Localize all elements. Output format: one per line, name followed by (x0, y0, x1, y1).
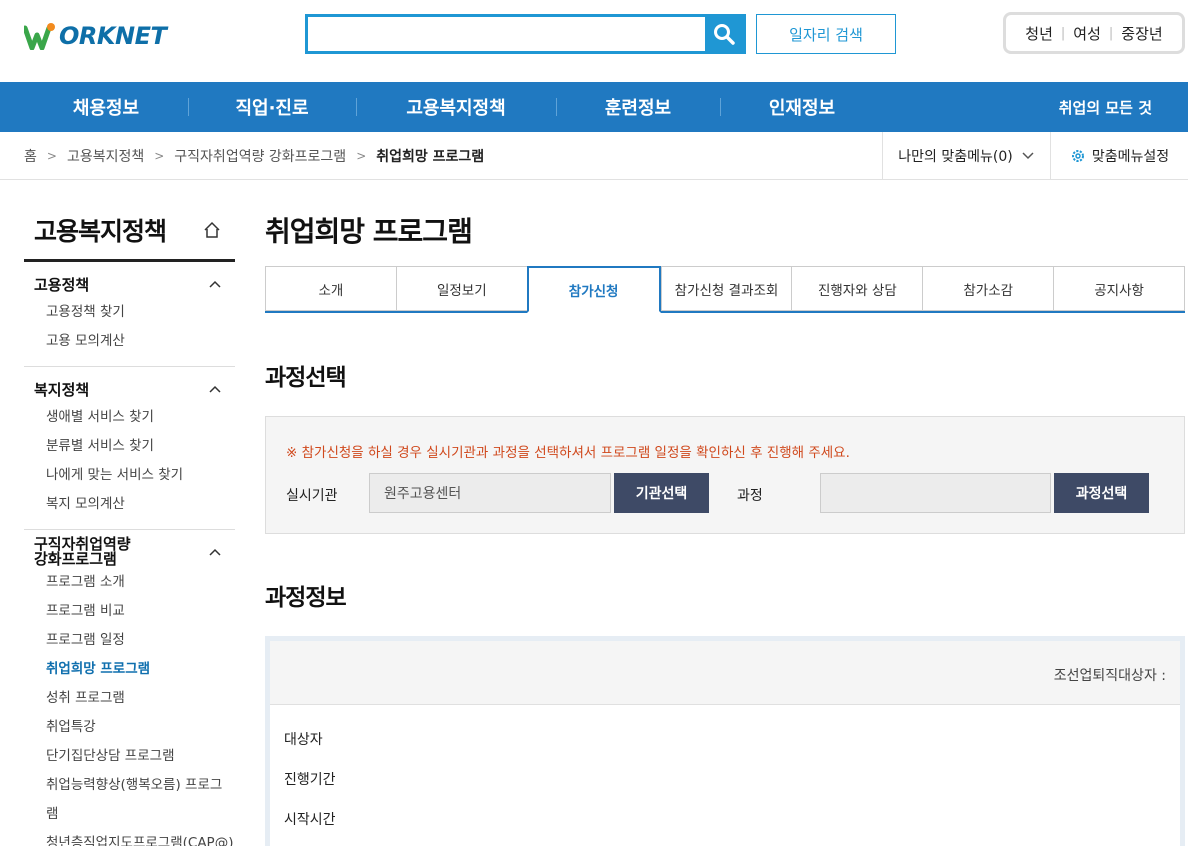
sidebar-group-welfare-policy: 복지정책 생애별 서비스 찾기 분류별 서비스 찾기 나에게 맞는 서비스 찾기… (24, 375, 235, 519)
divider: | (1108, 25, 1114, 41)
sidebar-link[interactable]: 단기집단상담 프로그램 (24, 742, 235, 771)
breadcrumb-home[interactable]: 홈 (24, 146, 37, 166)
sidebar-group-label: 복지정책 (34, 380, 90, 399)
sidebar-link[interactable]: 복지 모의계산 (24, 490, 235, 519)
breadcrumb-program-group[interactable]: 구직자취업역량 강화프로그램 (174, 146, 346, 166)
sidebar-link[interactable]: 고용 모의계산 (24, 327, 235, 356)
gnb-item-training[interactable]: 훈련정보 (556, 82, 720, 132)
sidebar-divider (24, 529, 235, 530)
chevron-right-icon: > (356, 149, 367, 163)
logo-w-mark (22, 22, 58, 51)
info-row-period: 진행기간 (284, 772, 336, 788)
chevron-down-icon (1022, 152, 1034, 160)
breadcrumb: 홈 > 고용복지정책 > 구직자취업역량 강화프로그램 > 취업희망 프로그램 (24, 132, 484, 180)
divider: | (1060, 25, 1066, 41)
home-icon[interactable] (203, 221, 221, 239)
breadcrumb-bar: 홈 > 고용복지정책 > 구직자취업역량 강화프로그램 > 취업희망 프로그램 … (0, 132, 1188, 180)
user-tab-middle-aged[interactable]: 중장년 (1121, 23, 1162, 44)
gnb-item-jobs[interactable]: 채용정보 (24, 82, 188, 132)
user-type-tabs: 청년 | 여성 | 중장년 (1003, 12, 1185, 54)
search-icon (714, 24, 735, 45)
sidebar-link[interactable]: 생애별 서비스 찾기 (24, 403, 235, 432)
search-input[interactable] (308, 17, 705, 51)
sidebar-link[interactable]: 취업특강 (24, 713, 235, 742)
chevron-up-icon (209, 548, 221, 556)
menu-setting-label: 맞춤메뉴설정 (1091, 149, 1170, 165)
global-nav: 채용정보 직업·진로 고용복지정책 훈련정보 인재정보 취업의 모든 것 (0, 82, 1188, 132)
agency-select-button[interactable]: 기관선택 (614, 473, 709, 513)
sidebar-group-head[interactable]: 복지정책 (24, 375, 235, 403)
sidebar-link[interactable]: 고용정책 찾기 (24, 298, 235, 327)
sidebar-group-head[interactable]: 고용정책 (24, 270, 235, 298)
course-label: 과정 (737, 488, 763, 504)
tab-apply[interactable]: 참가신청 (526, 266, 661, 313)
job-search-button[interactable]: 일자리 검색 (756, 14, 896, 54)
sidebar-group-label-line: 강화프로그램 (34, 550, 117, 568)
gnb-item-talent[interactable]: 인재정보 (720, 82, 884, 132)
sidebar-divider (24, 366, 235, 367)
notice-text: ※ 참가신청을 하실 경우 실시기관과 과정을 선택하셔서 프로그램 일정을 확… (286, 445, 850, 461)
info-row-target: 대상자 (284, 732, 323, 748)
gnb-all-menu[interactable]: 취업의 모든 것 (1059, 82, 1152, 132)
user-tab-women[interactable]: 여성 (1073, 23, 1101, 44)
program-tabs: 소개 일정보기 참가신청 참가신청 결과조회 진행자와 상담 참가소감 공지사항 (265, 266, 1186, 313)
sidebar-link[interactable]: 램 (24, 800, 235, 829)
sidebar-link[interactable]: 프로그램 일정 (24, 626, 235, 655)
sidebar-group-job-seeker-program: 구직자취업역량 강화프로그램 프로그램 소개 프로그램 비교 프로그램 일정 취… (24, 536, 235, 846)
sidebar-title-text: 고용복지정책 (34, 216, 167, 246)
chevron-up-icon (209, 280, 221, 288)
gnb-item-welfare-policy[interactable]: 고용복지정책 (356, 82, 556, 132)
course-field[interactable] (820, 473, 1051, 513)
sidebar-link[interactable]: 성취 프로그램 (24, 684, 235, 713)
search-button[interactable] (705, 17, 743, 51)
tab-counsel[interactable]: 진행자와 상담 (791, 266, 923, 311)
info-row-start-time: 시작시간 (284, 812, 336, 828)
gear-icon (1071, 150, 1084, 162)
breadcrumb-current: 취업희망 프로그램 (376, 149, 485, 165)
site-header: ORKNET 일자리 검색 청년 | 여성 | 중장년 (0, 0, 1188, 82)
section-title-course-info: 과정정보 (265, 585, 347, 611)
sidebar-group-head[interactable]: 구직자취업역량 강화프로그램 (24, 536, 235, 568)
tab-schedule[interactable]: 일정보기 (395, 266, 527, 311)
tab-notices[interactable]: 공지사항 (1053, 266, 1186, 311)
tab-intro[interactable]: 소개 (265, 266, 396, 311)
sidebar-group-label: 고용정책 (34, 275, 90, 294)
section-title-course-select: 과정선택 (265, 365, 347, 391)
course-info-panel: 조선업퇴직대상자 : 대상자 진행기간 시작시간 (265, 636, 1185, 846)
chevron-right-icon: > (154, 149, 165, 163)
course-select-button[interactable]: 과정선택 (1054, 473, 1149, 513)
logo-text: ORKNET (59, 22, 167, 50)
tab-apply-result[interactable]: 참가신청 결과조회 (660, 266, 792, 311)
chevron-up-icon (209, 385, 221, 393)
sidebar-link-active[interactable]: 취업희망 프로그램 (24, 655, 235, 684)
agency-field[interactable]: 원주고용센터 (369, 473, 611, 513)
sidebar-link[interactable]: 청년층직업지도프로그램(CAP@) (24, 829, 235, 846)
sidebar-link[interactable]: 취업능력향상(행복오름) 프로그 (24, 771, 235, 800)
agency-label: 실시기관 (286, 488, 338, 504)
tab-reviews[interactable]: 참가소감 (922, 266, 1054, 311)
my-menu-label: 나만의 맞춤메뉴(0) (898, 149, 1013, 165)
course-info-header: 조선업퇴직대상자 : (270, 641, 1180, 705)
chevron-right-icon: > (46, 149, 57, 163)
worknet-logo[interactable]: ORKNET (22, 16, 167, 56)
course-select-panel: ※ 참가신청을 하실 경우 실시기관과 과정을 선택하셔서 프로그램 일정을 확… (265, 416, 1185, 534)
gnb-item-career[interactable]: 직업·진로 (188, 82, 356, 132)
user-tab-youth[interactable]: 청년 (1025, 23, 1053, 44)
sidebar-link[interactable]: 분류별 서비스 찾기 (24, 432, 235, 461)
search-box (305, 14, 746, 54)
breadcrumb-welfare-policy[interactable]: 고용복지정책 (67, 146, 144, 166)
sidebar-link[interactable]: 프로그램 소개 (24, 568, 235, 597)
sidebar-title: 고용복지정책 (24, 200, 235, 262)
page-title: 취업희망 프로그램 (265, 215, 473, 248)
sidebar-group-label: 구직자취업역량 강화프로그램 (34, 537, 131, 567)
sidebar-link[interactable]: 프로그램 비교 (24, 597, 235, 626)
menu-setting-button[interactable]: 맞춤메뉴설정 (1050, 132, 1188, 180)
my-custom-menu-dropdown[interactable]: 나만의 맞춤메뉴(0) (882, 132, 1050, 180)
sidebar-link[interactable]: 나에게 맞는 서비스 찾기 (24, 461, 235, 490)
sidebar-group-employment-policy: 고용정책 고용정책 찾기 고용 모의계산 (24, 270, 235, 356)
course-info-header-text: 조선업퇴직대상자 : (1053, 668, 1166, 684)
